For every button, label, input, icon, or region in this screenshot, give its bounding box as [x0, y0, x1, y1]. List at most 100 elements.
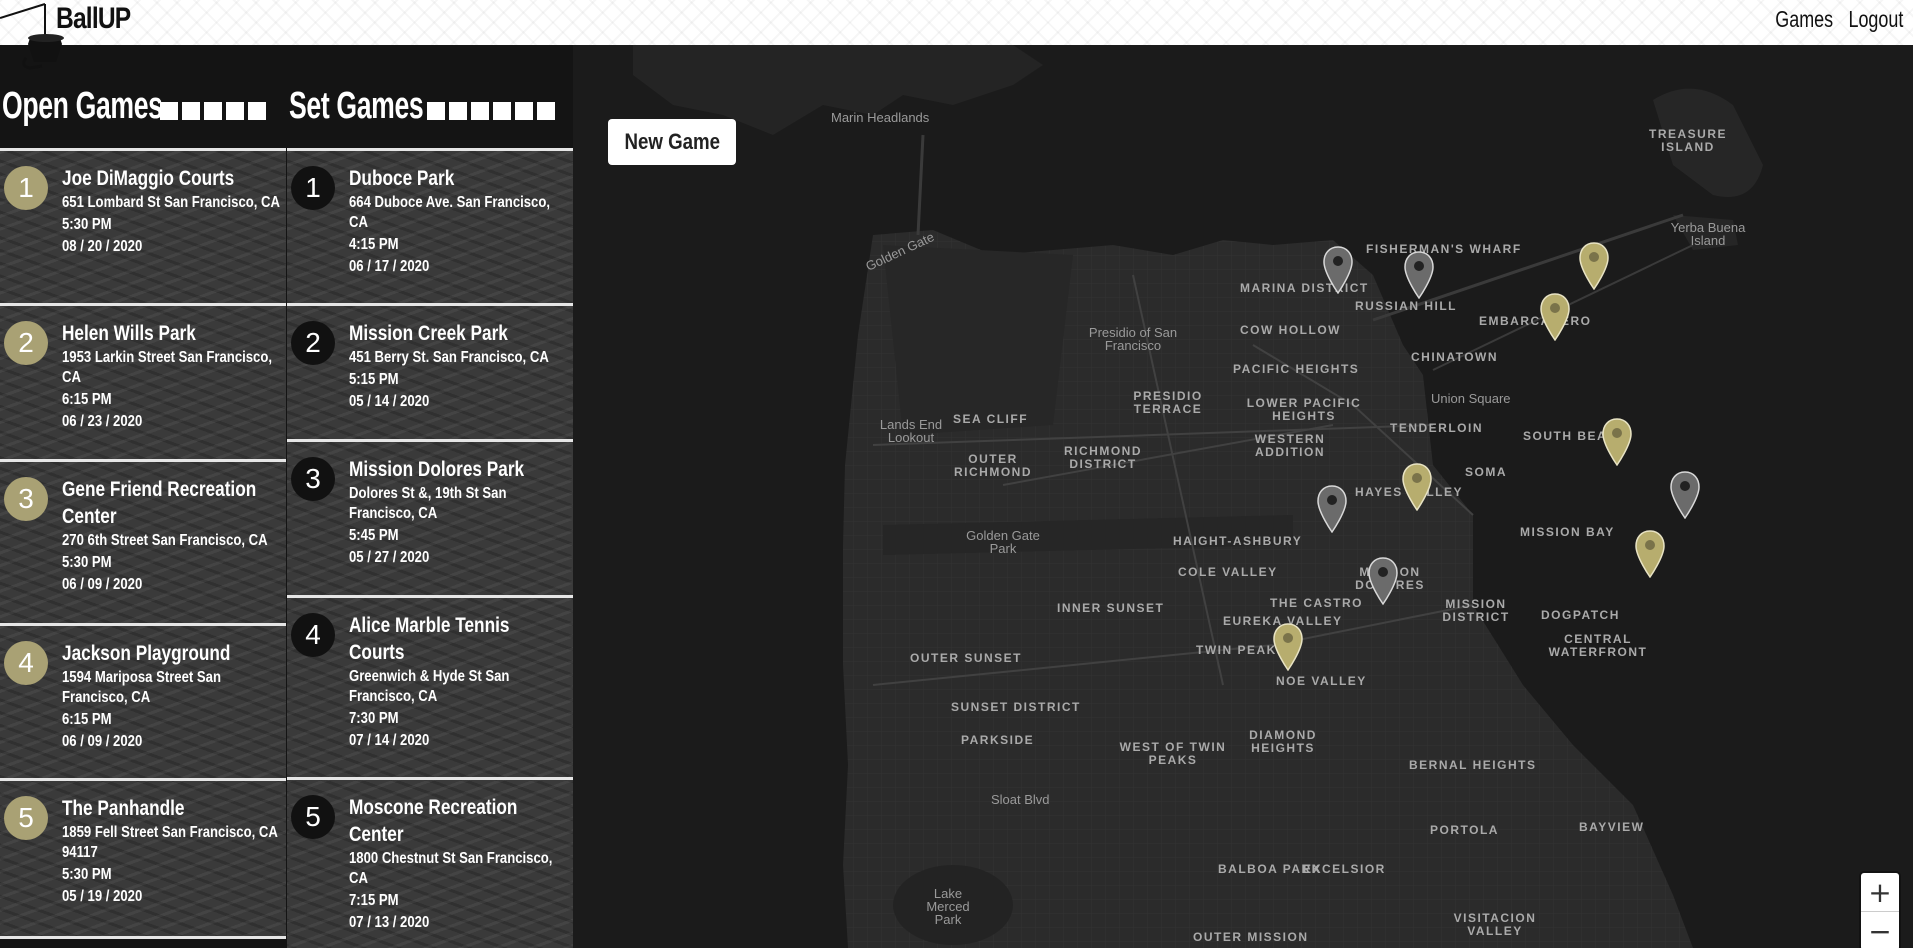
map-label: EXCELSIOR [1303, 862, 1386, 876]
rank-badge: 2 [291, 321, 335, 365]
map-label: Yerba Buena Island [1670, 220, 1746, 248]
game-address: 664 Duboce Ave. San Francisco, CA [349, 194, 551, 231]
divider [0, 936, 286, 939]
open-game-card[interactable]: 4 Jackson Playground 1594 Mariposa Stree… [0, 626, 286, 778]
game-name: Jackson Playground [62, 642, 231, 665]
game-date: 06 / 23 / 2020 [62, 413, 143, 430]
open-game-marker[interactable] [1602, 418, 1632, 466]
set-games-column: Set Games 1 Duboce Park 664 Duboce Ave. … [287, 45, 573, 948]
rank-badge: 2 [4, 321, 48, 365]
open-game-marker[interactable] [1273, 623, 1303, 671]
set-games-decoration [427, 102, 555, 120]
rank-badge: 5 [291, 795, 335, 839]
set-game-marker[interactable] [1368, 557, 1398, 605]
map-label: RUSSIAN HILL [1355, 299, 1457, 313]
map-label: PORTOLA [1430, 823, 1499, 837]
set-games-header: Set Games [287, 45, 573, 148]
map-label: PARKSIDE [961, 733, 1035, 747]
game-address: Dolores St &, 19th St San Francisco, CA [349, 485, 507, 522]
game-date: 05 / 27 / 2020 [349, 549, 430, 566]
set-games-title: Set Games [289, 85, 424, 127]
open-game-card[interactable]: 3 Gene Friend Recreation Center 270 6th … [0, 462, 286, 623]
map-label: SEA CLIFF [953, 412, 1029, 426]
set-game-marker[interactable] [1323, 246, 1353, 294]
open-game-marker[interactable] [1635, 530, 1665, 578]
map-label: Lake Merced Park [926, 886, 970, 927]
game-address: 1859 Fell Street San Francisco, CA 94117 [62, 824, 278, 861]
game-time: 5:45 PM [349, 527, 399, 544]
set-game-card[interactable]: 3 Mission Dolores Park Dolores St &, 19t… [287, 442, 573, 595]
game-name: Mission Dolores Park [349, 458, 525, 481]
map-label: Golden Gate Park [966, 528, 1040, 556]
game-address: 1594 Mariposa Street San Francisco, CA [62, 669, 221, 706]
games-map[interactable]: Marin Headlands Golden Gate TREASURE ISL… [573, 45, 1913, 948]
game-time: 5:30 PM [62, 866, 112, 883]
rank-badge: 3 [291, 457, 335, 501]
nav-games-link[interactable]: Games [1775, 6, 1833, 33]
set-game-card[interactable]: 2 Mission Creek Park 451 Berry St. San F… [287, 306, 573, 439]
game-time: 5:30 PM [62, 554, 112, 571]
map-label: OUTER RICHMOND [954, 452, 1032, 479]
game-time: 5:30 PM [62, 216, 112, 233]
game-time: 6:15 PM [62, 391, 112, 408]
open-game-marker[interactable] [1402, 463, 1432, 511]
open-game-card[interactable]: 5 The Panhandle 1859 Fell Street San Fra… [0, 781, 286, 936]
game-time: 7:15 PM [349, 892, 399, 909]
map-label: EMBARCADERO [1479, 314, 1592, 328]
rank-badge: 4 [291, 613, 335, 657]
game-address: 270 6th Street San Francisco, CA [62, 532, 268, 549]
game-name: The Panhandle [62, 797, 185, 820]
rank-badge: 5 [4, 796, 48, 840]
open-game-card[interactable]: 2 Helen Wills Park 1953 Larkin Street Sa… [0, 306, 286, 459]
map-label: SUNSET DISTRICT [951, 700, 1081, 714]
open-game-marker[interactable] [1540, 293, 1570, 341]
nav-logout-link[interactable]: Logout [1848, 6, 1903, 33]
map-label: OUTER MISSION [1193, 930, 1309, 944]
map-label: WESTERN ADDITION [1254, 432, 1326, 459]
game-address: 1800 Chestnut St San Francisco, CA [349, 850, 553, 887]
map-label: Presidio of San Francisco [1088, 325, 1178, 353]
open-game-card[interactable]: 1 Joe DiMaggio Courts 651 Lombard St San… [0, 151, 286, 303]
open-games-title: Open Games [2, 85, 163, 127]
open-games-column: Open Games 1 Joe DiMaggio Courts 651 Lom… [0, 45, 286, 939]
game-date: 06 / 09 / 2020 [62, 733, 143, 750]
map-label: OUTER SUNSET [910, 651, 1023, 665]
map-label: BERNAL HEIGHTS [1409, 758, 1537, 772]
game-name: Duboce Park [349, 167, 455, 190]
zoom-out-button[interactable]: − [1861, 911, 1899, 948]
game-name: Gene Friend Recreation Center [62, 478, 257, 528]
game-name: Mission Creek Park [349, 322, 508, 345]
game-address: 1953 Larkin Street San Francisco, CA [62, 349, 273, 386]
map-zoom-control: + − [1861, 873, 1899, 948]
map-base [633, 45, 1763, 948]
game-date: 06 / 09 / 2020 [62, 576, 143, 593]
open-games-decoration [160, 102, 266, 120]
map-label: THE CASTRO [1270, 596, 1363, 610]
new-game-button[interactable]: New Game [608, 119, 736, 165]
map-label: RICHMOND DISTRICT [1064, 444, 1142, 471]
set-game-marker[interactable] [1404, 251, 1434, 299]
map-label: Union Square [1431, 391, 1511, 406]
game-address: 651 Lombard St San Francisco, CA [62, 194, 281, 211]
open-game-marker[interactable] [1579, 242, 1609, 290]
set-game-card[interactable]: 1 Duboce Park 664 Duboce Ave. San Franci… [287, 151, 573, 303]
map-label: COLE VALLEY [1178, 565, 1278, 579]
zoom-in-button[interactable]: + [1861, 873, 1899, 911]
map-label: SOMA [1465, 465, 1507, 479]
game-date: 08 / 20 / 2020 [62, 238, 143, 255]
map-label: DOGPATCH [1541, 608, 1620, 622]
set-game-marker[interactable] [1670, 471, 1700, 519]
map-label: PACIFIC HEIGHTS [1233, 362, 1360, 376]
map-label: NOE VALLEY [1276, 674, 1367, 688]
game-time: 6:15 PM [62, 711, 112, 728]
set-game-card[interactable]: 4 Alice Marble Tennis Courts Greenwich &… [287, 598, 573, 777]
game-time: 7:30 PM [349, 710, 399, 727]
ballup-logo[interactable]: BallUP [0, 0, 140, 72]
set-game-marker[interactable] [1317, 485, 1347, 533]
game-date: 06 / 17 / 2020 [349, 258, 430, 275]
set-game-card[interactable]: 5 Moscone Recreation Center 1800 Chestnu… [287, 780, 573, 948]
rank-badge: 4 [4, 641, 48, 685]
map-label: CENTRAL WATERFRONT [1548, 632, 1648, 659]
map-label: HAIGHT-ASHBURY [1173, 534, 1303, 548]
game-date: 07 / 13 / 2020 [349, 914, 430, 931]
